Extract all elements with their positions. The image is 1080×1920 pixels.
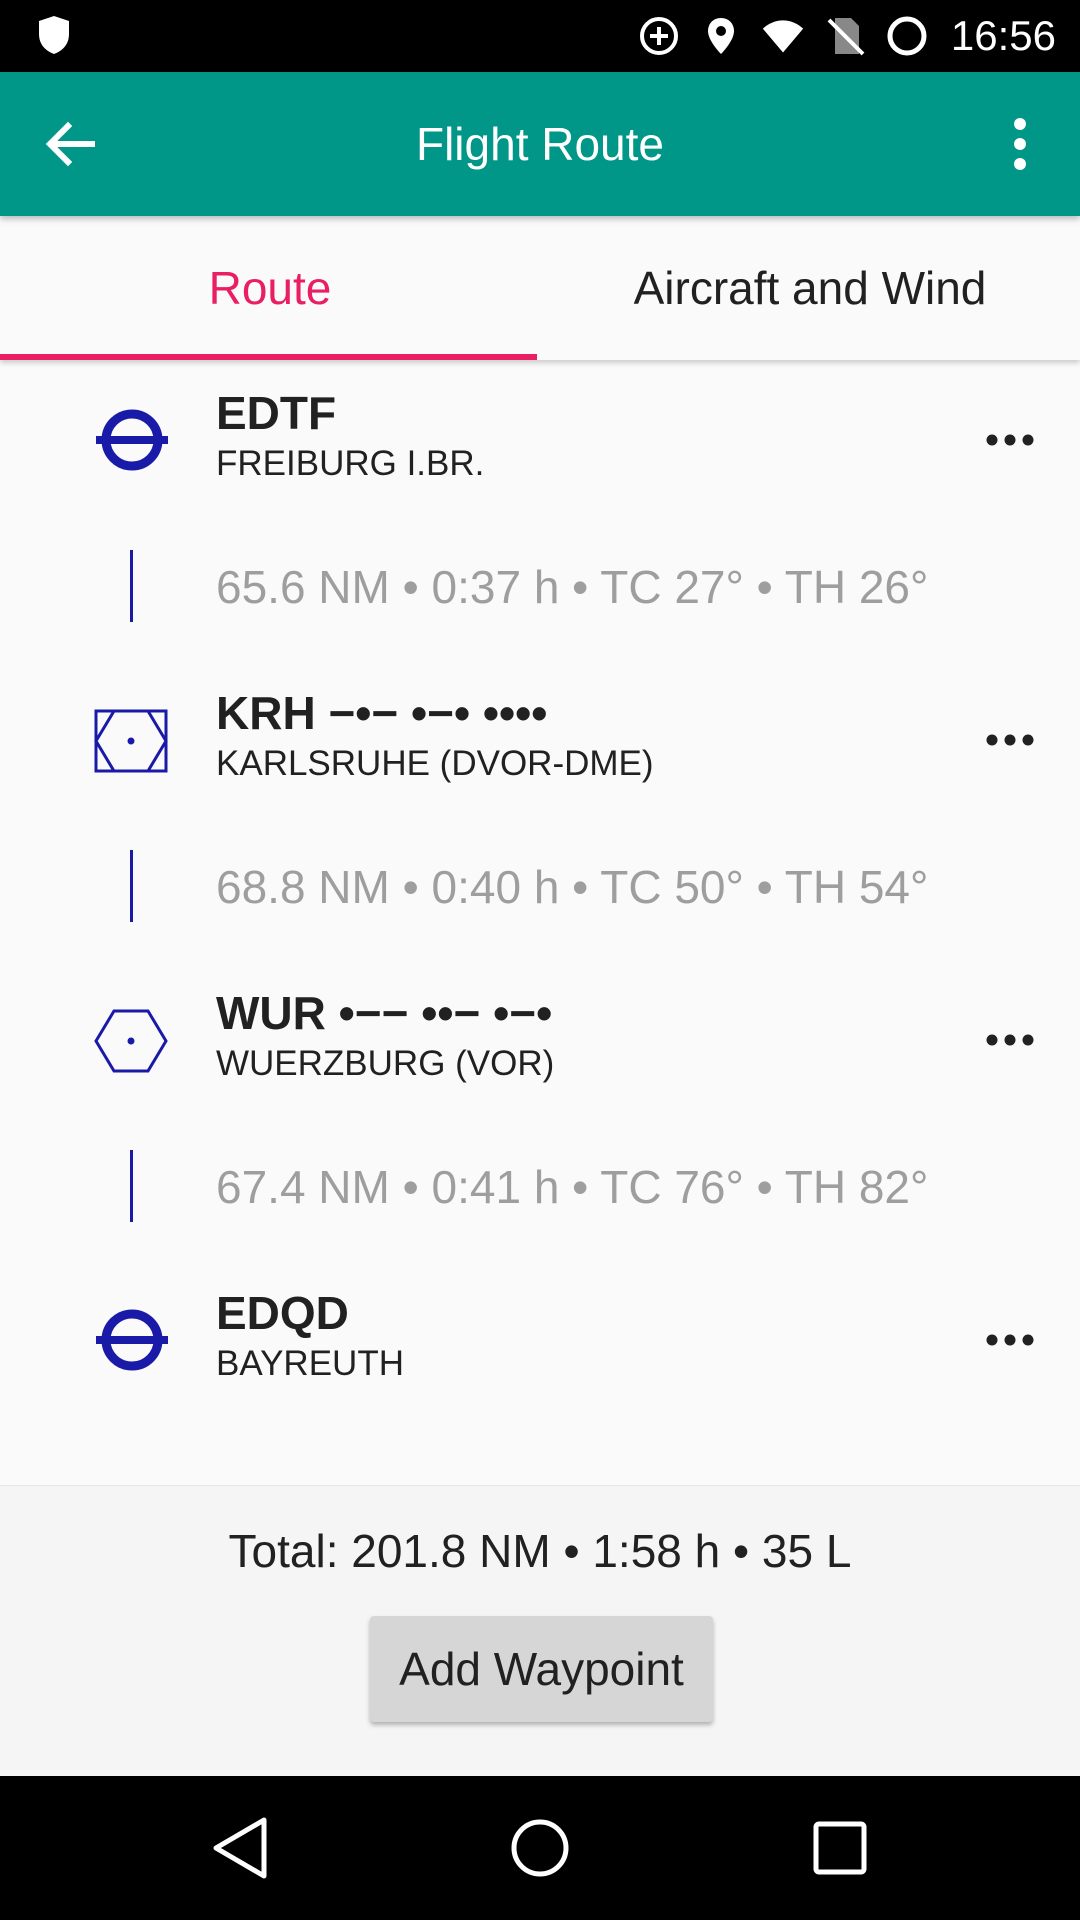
waypoint-name: KARLSRUHE (DVOR-DME) xyxy=(216,744,654,783)
leg-row: 68.8 NM • 0:40 h • TC 50° • TH 54° xyxy=(0,810,1080,960)
leg-info: 65.6 NM • 0:37 h • TC 27° • TH 26° xyxy=(216,561,929,613)
vor-dme-icon xyxy=(94,709,168,773)
nav-home-icon[interactable] xyxy=(500,1808,580,1888)
leg-line xyxy=(130,850,133,922)
status-time: 16:56 xyxy=(950,12,1056,59)
app-bar: Flight Route xyxy=(0,72,1080,216)
waypoint-ident: EDTF xyxy=(216,387,337,439)
add-waypoint-button[interactable]: Add Waypoint xyxy=(370,1616,713,1722)
airfield-icon xyxy=(96,1309,168,1371)
leg-row: 67.4 NM • 0:41 h • TC 76° • TH 82° xyxy=(0,1110,1080,1260)
waypoint-name: BAYREUTH xyxy=(216,1344,404,1383)
no-sim-icon xyxy=(823,14,867,58)
tab-route[interactable]: Route xyxy=(0,216,540,360)
page-title: Flight Route xyxy=(415,118,664,170)
route-summary: Total: 201.8 NM • 1:58 h • 35 L Add Wayp… xyxy=(0,1485,1080,1776)
shield-icon xyxy=(39,16,69,54)
more-horiz-icon[interactable] xyxy=(982,1312,1038,1368)
waypoint-ident: WUR •−− ••− •−• xyxy=(216,987,553,1039)
tab-bar: Route Aircraft and Wind xyxy=(0,216,1080,360)
waypoint-row[interactable]: EDTF FREIBURG I.BR. xyxy=(0,360,1080,510)
more-horiz-icon[interactable] xyxy=(982,1012,1038,1068)
waypoint-ident: EDQD xyxy=(216,1287,349,1339)
route-list: EDTF FREIBURG I.BR. 65.6 NM • 0:37 h • T… xyxy=(0,360,1080,1485)
wifi-icon xyxy=(761,14,805,58)
leg-line xyxy=(130,550,133,622)
leg-info: 67.4 NM • 0:41 h • TC 76° • TH 82° xyxy=(216,1161,929,1213)
nav-recents-icon[interactable] xyxy=(800,1808,880,1888)
vor-icon xyxy=(94,1009,168,1073)
status-bar: 16:56 xyxy=(0,0,1080,72)
location-icon xyxy=(699,14,743,58)
more-vert-icon[interactable] xyxy=(990,114,1050,174)
waypoint-row[interactable]: EDQD BAYREUTH xyxy=(0,1260,1080,1410)
tab-aircraft-and-wind[interactable]: Aircraft and Wind xyxy=(540,216,1080,360)
waypoint-row[interactable]: KRH −•− •−• •••• KARLSRUHE (DVOR-DME) xyxy=(0,660,1080,810)
leg-line xyxy=(130,1150,133,1222)
waypoint-row[interactable]: WUR •−− ••− •−• WUERZBURG (VOR) xyxy=(0,960,1080,1110)
airfield-icon xyxy=(96,409,168,471)
waypoint-ident: KRH −•− •−• •••• xyxy=(216,687,548,739)
system-nav-bar xyxy=(0,1776,1080,1920)
waypoint-name: WUERZBURG (VOR) xyxy=(216,1044,555,1083)
nav-back-icon[interactable] xyxy=(200,1808,280,1888)
battery-icon xyxy=(885,14,929,58)
leg-row: 65.6 NM • 0:37 h • TC 27° • TH 26° xyxy=(0,510,1080,660)
leg-info: 68.8 NM • 0:40 h • TC 50° • TH 54° xyxy=(216,861,929,913)
more-horiz-icon[interactable] xyxy=(982,712,1038,768)
route-total: Total: 201.8 NM • 1:58 h • 35 L xyxy=(228,1525,852,1577)
more-horiz-icon[interactable] xyxy=(982,412,1038,468)
waypoint-name: FREIBURG I.BR. xyxy=(216,444,485,483)
data-saver-icon xyxy=(637,14,681,58)
